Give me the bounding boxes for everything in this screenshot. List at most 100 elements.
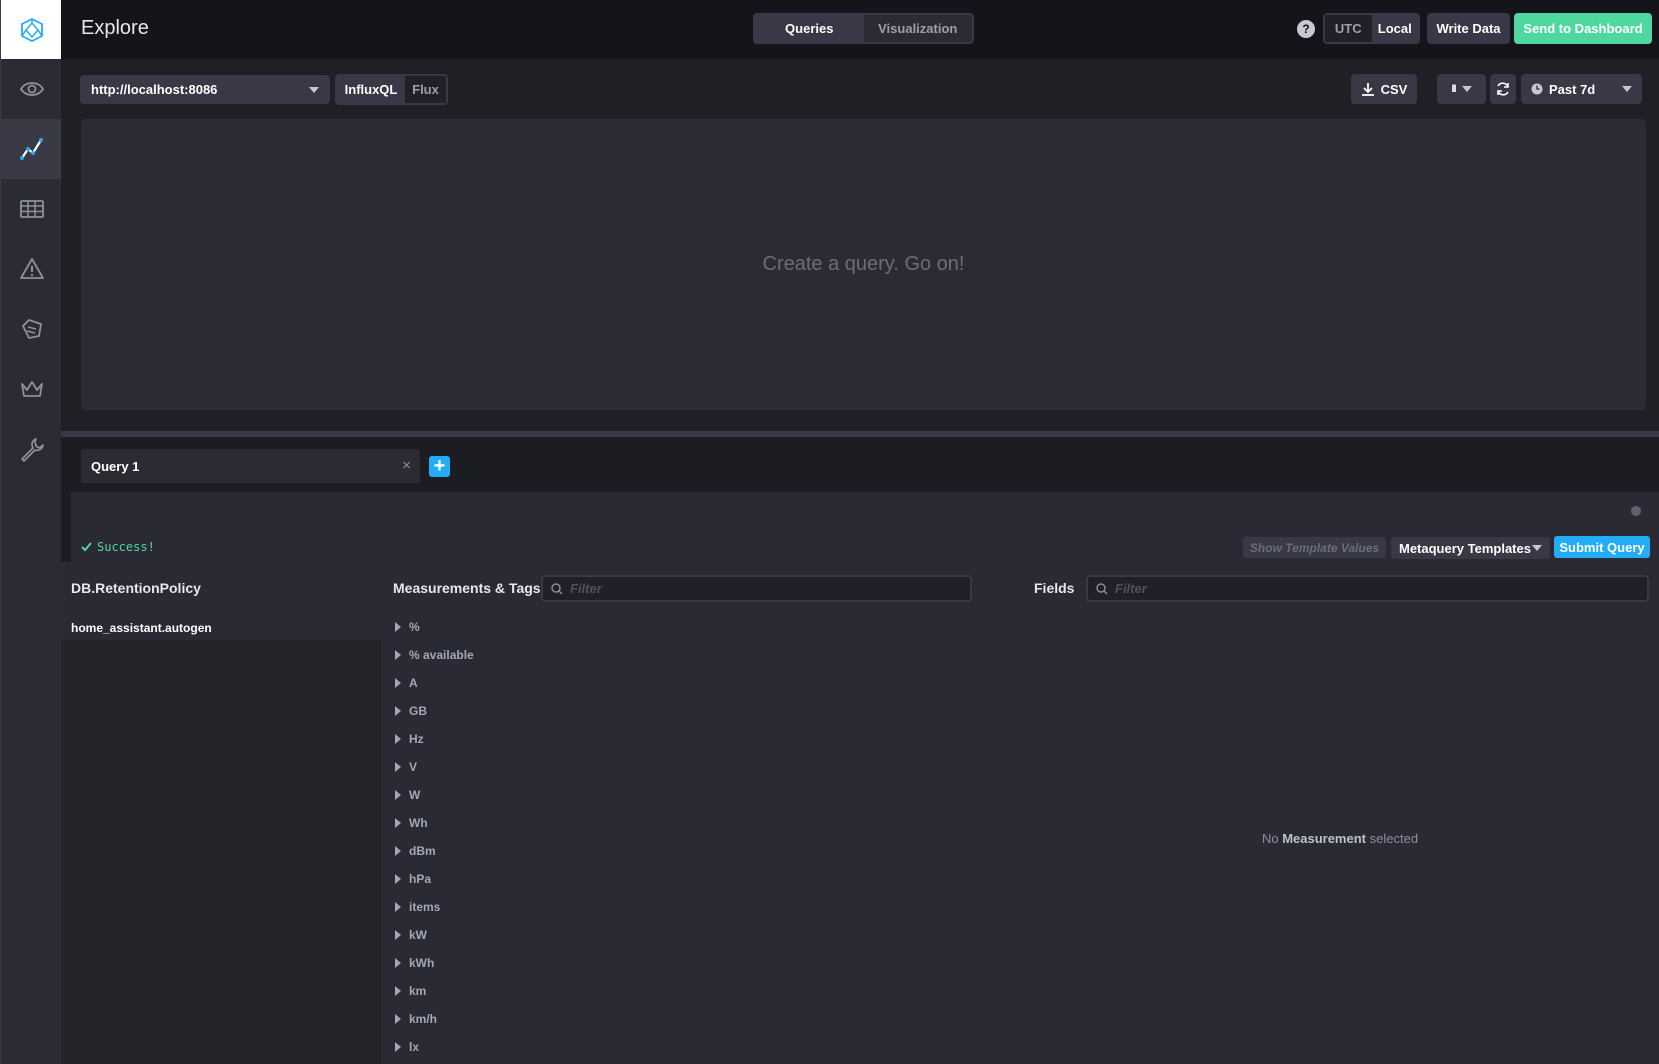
source-select[interactable]: http://localhost:8086	[80, 75, 330, 104]
graph-panel: http://localhost:8086 InfluxQL Flux CSV …	[61, 59, 1659, 431]
caret-right-icon	[395, 986, 401, 996]
fields-filter-input[interactable]: Filter	[1086, 575, 1649, 602]
nav-explore[interactable]	[1, 119, 62, 179]
no-measurement-suffix: selected	[1369, 831, 1419, 846]
crown-icon	[20, 381, 43, 397]
graph-placeholder-area: Create a query. Go on!	[81, 119, 1646, 410]
caret-right-icon	[395, 734, 401, 744]
search-icon	[1096, 582, 1108, 594]
metaquery-templates-dropdown[interactable]: Metaquery Templates	[1391, 537, 1550, 559]
autorefresh-dropdown[interactable]: II	[1437, 74, 1486, 104]
alert-icon	[19, 258, 44, 279]
close-icon[interactable]: ×	[402, 457, 411, 474]
caret-right-icon	[395, 678, 401, 688]
tab-visualization[interactable]: Visualization	[864, 15, 973, 42]
nav-configuration[interactable]	[1, 419, 62, 479]
measurements-header-label: Measurements & Tags	[393, 579, 541, 596]
query-editor[interactable]: Success! Show Template Values Metaquery …	[71, 492, 1659, 562]
fields-column-header: Fields Filter	[1021, 562, 1659, 613]
csv-download-button[interactable]: CSV	[1351, 74, 1417, 104]
time-range-value: Past 7d	[1549, 81, 1596, 97]
nav-dashboards[interactable]	[1, 179, 62, 239]
status-text: Success!	[97, 540, 155, 554]
refresh-button[interactable]	[1490, 74, 1516, 104]
db-column-header: DB.RetentionPolicy	[61, 562, 381, 613]
list-item[interactable]: %	[381, 613, 1021, 641]
fields-filter-placeholder: Filter	[1115, 581, 1147, 596]
query-language-toggle: InfluxQL Flux	[335, 74, 448, 105]
lang-influxql[interactable]: InfluxQL	[337, 76, 405, 103]
clock-icon	[1531, 83, 1543, 95]
list-item[interactable]: kW	[381, 921, 1021, 949]
logo-icon[interactable]	[1, 0, 62, 59]
list-item[interactable]: Wh	[381, 809, 1021, 837]
measurements-list: % % available A GB Hz V W Wh dBm hPa ite…	[381, 613, 1021, 1064]
measurement-label: items	[409, 900, 441, 914]
tab-query-1[interactable]: Query 1 ×	[81, 449, 420, 483]
measurement-label: A	[409, 676, 418, 690]
list-item[interactable]: % available	[381, 641, 1021, 669]
timezone-toggle: UTC Local	[1323, 13, 1420, 44]
measurement-label: %	[409, 620, 420, 634]
lang-flux[interactable]: Flux	[405, 76, 446, 103]
db-item-home-assistant[interactable]: home_assistant.autogen	[61, 613, 381, 640]
caret-right-icon	[395, 790, 401, 800]
measurements-column-header: Measurements & Tags Filter	[381, 562, 1021, 613]
write-data-button[interactable]: Write Data	[1427, 13, 1510, 44]
schema-explorer: DB.RetentionPolicy Measurements & Tags F…	[61, 562, 1659, 1064]
nav-alerts[interactable]	[1, 239, 62, 299]
measurement-label: lx	[409, 1040, 420, 1054]
list-item[interactable]: hPa	[381, 865, 1021, 893]
page-header: Explore Queries Visualization ? UTC Loca…	[61, 0, 1659, 59]
caret-right-icon	[395, 1014, 401, 1024]
show-template-values-button[interactable]: Show Template Values	[1243, 537, 1386, 558]
caret-right-icon	[395, 706, 401, 716]
measurement-label: dBm	[409, 844, 436, 858]
mode-toggle: Queries Visualization	[753, 13, 974, 44]
query-tab-label: Query 1	[91, 459, 140, 474]
tz-local[interactable]: Local	[1371, 15, 1418, 42]
list-item[interactable]: W	[381, 781, 1021, 809]
list-item[interactable]: GB	[381, 697, 1021, 725]
list-item[interactable]: km	[381, 977, 1021, 1005]
list-item[interactable]: items	[381, 893, 1021, 921]
measurement-label: km/h	[409, 1012, 438, 1026]
list-item[interactable]: dBm	[381, 837, 1021, 865]
submit-query-button[interactable]: Submit Query	[1554, 536, 1650, 558]
eye-icon	[19, 82, 44, 96]
editor-status-dot	[1631, 506, 1641, 516]
tab-queries[interactable]: Queries	[755, 15, 864, 42]
list-item[interactable]: V	[381, 753, 1021, 781]
nav-admin[interactable]	[1, 359, 62, 419]
measurement-label: kWh	[409, 956, 435, 970]
measurement-label: W	[409, 788, 421, 802]
measurements-filter-input[interactable]: Filter	[541, 575, 972, 602]
add-query-button[interactable]: +	[429, 456, 450, 477]
list-item[interactable]: km/h	[381, 1005, 1021, 1033]
measurements-filter-placeholder: Filter	[570, 581, 602, 596]
chevron-down-icon	[1532, 545, 1542, 551]
list-item[interactable]: Hz	[381, 725, 1021, 753]
caret-right-icon	[395, 650, 401, 660]
help-icon[interactable]: ?	[1297, 20, 1315, 38]
metaquery-label: Metaquery Templates	[1399, 540, 1531, 556]
search-icon	[551, 582, 563, 594]
list-item[interactable]: lx	[381, 1033, 1021, 1061]
send-to-dashboard-button[interactable]: Send to Dashboard	[1514, 13, 1652, 44]
tz-utc[interactable]: UTC	[1325, 15, 1372, 42]
list-item[interactable]: A	[381, 669, 1021, 697]
no-measurement-bold: Measurement	[1282, 831, 1366, 846]
list-item[interactable]: kWh	[381, 949, 1021, 977]
caret-right-icon	[395, 958, 401, 968]
nav-status[interactable]	[1, 59, 62, 119]
measurement-label: kW	[409, 928, 427, 942]
app-root: Explore Queries Visualization ? UTC Loca…	[0, 0, 1659, 1064]
side-nav	[0, 0, 62, 1064]
tag-icon	[21, 319, 42, 339]
nav-log-viewer[interactable]	[1, 299, 62, 359]
time-range-dropdown[interactable]: Past 7d	[1521, 74, 1642, 104]
measurement-label: % available	[409, 648, 474, 662]
caret-right-icon	[395, 846, 401, 856]
dashboards-icon	[19, 200, 44, 218]
caret-right-icon	[395, 874, 401, 884]
